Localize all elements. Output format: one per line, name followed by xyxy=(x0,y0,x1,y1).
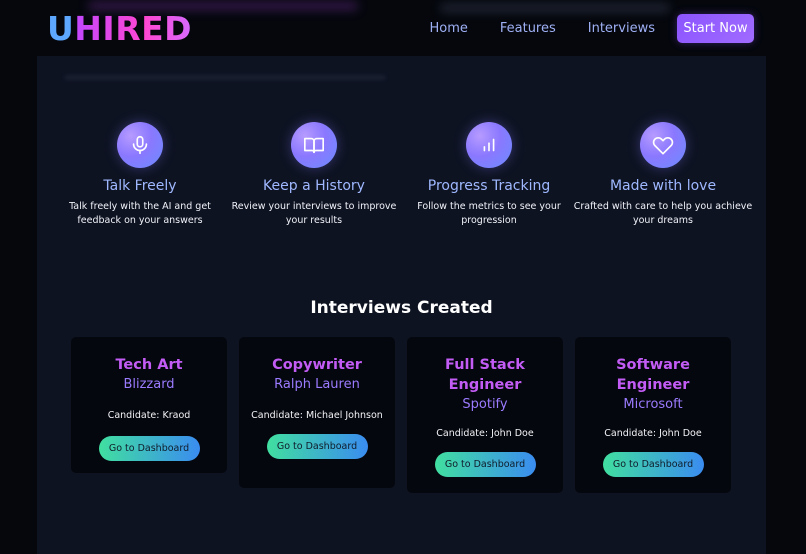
go-to-dashboard-button[interactable]: Go to Dashboard xyxy=(266,434,368,459)
card-role-title: Copywriter xyxy=(272,357,362,373)
card-candidate: Candidate: John Doe xyxy=(604,428,702,439)
nav-link-features[interactable]: Features xyxy=(500,21,556,36)
card-role-title: Software Engineer xyxy=(616,357,690,393)
top-navbar: U HIRED Home Features Interviews Start No… xyxy=(0,0,806,56)
card-role-title: Full Stack Engineer xyxy=(445,357,525,393)
feature-progress-tracking: Progress Tracking Follow the metrics to … xyxy=(399,122,579,228)
feature-keep-history: Keep a History Review your interviews to… xyxy=(224,122,404,228)
interview-card: Full Stack Engineer Spotify Candidate: J… xyxy=(407,337,563,493)
nav-link-home[interactable]: Home xyxy=(429,21,467,36)
logo-letter-u: U xyxy=(47,8,75,48)
interviews-section-title: Interviews Created xyxy=(310,298,493,318)
heart-icon xyxy=(640,122,686,168)
main-nav: Home Features Interviews Start Now xyxy=(429,13,754,43)
card-company: Blizzard xyxy=(123,377,175,392)
interview-card: Copywriter Ralph Lauren Candidate: Micha… xyxy=(239,337,395,488)
logo-wordmark: HIRED xyxy=(74,8,193,48)
bar-chart-icon xyxy=(466,122,512,168)
interview-card: Software Engineer Microsoft Candidate: J… xyxy=(575,337,731,493)
feature-talk-freely: Talk Freely Talk freely with the AI and … xyxy=(50,122,230,228)
blurred-divider xyxy=(65,76,385,79)
feature-title: Keep a History xyxy=(263,178,365,194)
microphone-icon xyxy=(117,122,163,168)
card-candidate: Candidate: John Doe xyxy=(436,428,534,439)
card-company: Microsoft xyxy=(623,397,683,412)
go-to-dashboard-button[interactable]: Go to Dashboard xyxy=(602,452,704,477)
card-role-title: Tech Art xyxy=(115,357,183,373)
start-now-button[interactable]: Start Now xyxy=(677,13,754,43)
uhired-logo[interactable]: U HIRED xyxy=(47,9,192,48)
page: U HIRED Home Features Interviews Start No… xyxy=(0,0,806,554)
feature-title: Made with love xyxy=(609,178,717,194)
main-panel: Talk Freely Talk freely with the AI and … xyxy=(37,56,766,554)
features-section: Talk Freely Talk freely with the AI and … xyxy=(37,122,766,242)
interview-card: Tech Art Blizzard Candidate: Kraod Go to… xyxy=(71,337,227,473)
go-to-dashboard-button[interactable]: Go to Dashboard xyxy=(98,436,200,461)
card-candidate: Candidate: Michael Johnson xyxy=(251,410,383,421)
nav-link-interviews[interactable]: Interviews xyxy=(588,21,655,36)
blurred-header-text xyxy=(440,4,670,12)
card-candidate: Candidate: Kraod xyxy=(107,410,191,421)
book-icon xyxy=(291,122,337,168)
feature-description: Crafted with care to help you achieve yo… xyxy=(573,201,753,226)
feature-description: Review your interviews to improve your r… xyxy=(231,201,397,226)
feature-title: Progress Tracking xyxy=(427,178,551,194)
feature-description: Follow the metrics to see your progressi… xyxy=(417,201,561,226)
feature-made-with-love: Made with love Crafted with care to help… xyxy=(573,122,753,228)
go-to-dashboard-button[interactable]: Go to Dashboard xyxy=(434,452,536,477)
feature-title: Talk Freely xyxy=(103,178,177,194)
card-company: Ralph Lauren xyxy=(274,377,360,392)
card-company: Spotify xyxy=(462,397,508,412)
feature-description: Talk freely with the AI and get feedback… xyxy=(69,201,211,226)
